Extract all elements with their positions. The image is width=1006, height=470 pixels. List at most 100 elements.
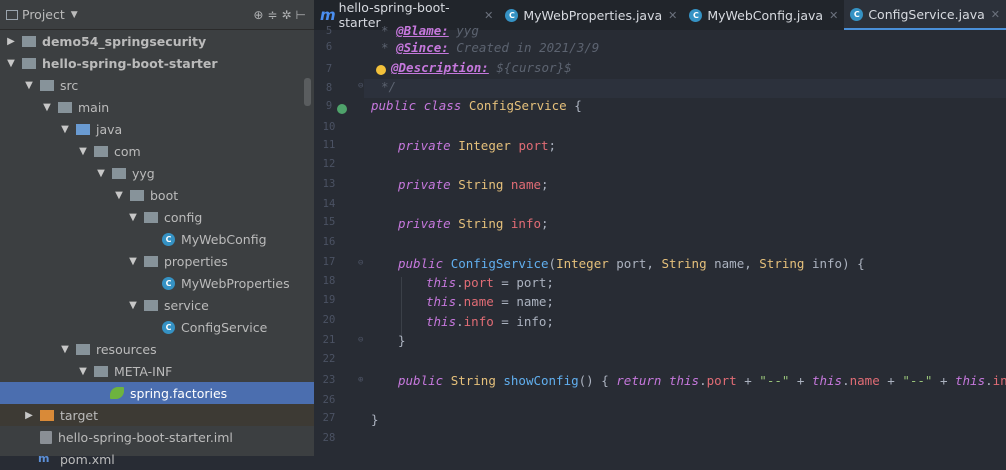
folder-icon <box>58 101 72 113</box>
tree-item-label: META-INF <box>114 363 173 379</box>
tree-item-config[interactable]: ▼ config <box>0 206 314 228</box>
spring-icon <box>110 387 124 399</box>
chevron-down-icon[interactable]: ▼ <box>76 366 90 377</box>
line-number: 22 <box>322 353 336 365</box>
tree-item-meta-inf[interactable]: ▼ META-INF <box>0 360 314 382</box>
chevron-down-icon[interactable]: ▼ <box>126 300 140 311</box>
project-title[interactable]: Project <box>22 7 65 22</box>
tree-item-label: main <box>78 99 110 115</box>
chevron-down-icon[interactable]: ▼ <box>22 80 36 91</box>
code-line-17: public ConfigService(Integer port, Strin… <box>398 256 865 271</box>
chevron-down-icon[interactable]: ▼ <box>126 256 140 267</box>
line-number: 10 <box>322 121 336 133</box>
gutter: 5 6 7 8 9 10 11 12 13 14 15 16 17 18 19 … <box>314 25 364 456</box>
tree-item-pom[interactable]: m pom.xml <box>0 448 314 470</box>
tree-item-label: MyWebConfig <box>181 231 267 247</box>
chevron-down-icon[interactable]: ▼ <box>71 10 78 20</box>
tree-item-demo54[interactable]: ▶ demo54_springsecurity <box>0 30 314 52</box>
project-toolbar: ⊕ ≑ ✲ ⊢ <box>253 0 306 30</box>
tree-item-label: target <box>60 407 99 423</box>
chevron-down-icon[interactable]: ▼ <box>94 168 108 179</box>
tree-item-label: src <box>60 77 79 93</box>
line-number: 23 <box>322 374 336 386</box>
module-folder-icon <box>22 35 36 47</box>
tree-item-label: MyWebProperties <box>181 275 290 291</box>
tree-item-configservice[interactable]: C ConfigService <box>0 316 314 338</box>
tree-item-hello-spring-boot-starter[interactable]: ▼ hello-spring-boot-starter <box>0 52 314 74</box>
chevron-down-icon[interactable]: ▼ <box>126 212 140 223</box>
hide-panel-icon[interactable]: ⊢ <box>296 8 306 22</box>
package-icon <box>94 365 108 377</box>
close-icon[interactable]: ✕ <box>668 9 677 22</box>
tree-item-label: ConfigService <box>181 319 268 335</box>
tab-mywebproperties[interactable]: C MyWebProperties.java ✕ <box>499 0 683 30</box>
line-number: 13 <box>322 178 336 190</box>
line-number: 12 <box>322 158 336 170</box>
iml-file-icon <box>40 430 52 444</box>
tree-item-label: pom.xml <box>60 451 115 467</box>
tree-item-spring-factories[interactable]: spring.factories <box>0 382 314 404</box>
tree-item-label: service <box>164 297 209 313</box>
gear-icon[interactable]: ✲ <box>281 8 291 22</box>
code-line-23: public String showConfig() { return this… <box>398 373 1006 388</box>
tree-item-properties[interactable]: ▼ properties <box>0 250 314 272</box>
package-icon <box>130 189 144 201</box>
fold-marker-icon[interactable]: ⊖ <box>358 335 363 345</box>
tree-item-src[interactable]: ▼ src <box>0 74 314 96</box>
line-number: 17 <box>322 256 336 268</box>
tree-item-java[interactable]: ▼ java <box>0 118 314 140</box>
tree-item-label: config <box>164 209 203 225</box>
package-icon <box>112 167 126 179</box>
tree-item-target[interactable]: ▶ target <box>0 404 314 426</box>
run-gutter-icon[interactable] <box>337 104 347 114</box>
tree-item-service[interactable]: ▼ service <box>0 294 314 316</box>
code-line-15: private String info; <box>398 216 549 231</box>
tab-configservice[interactable]: C ConfigService.java ✕ <box>844 0 1006 30</box>
chevron-down-icon[interactable]: ▼ <box>112 190 126 201</box>
lightbulb-icon[interactable] <box>376 65 386 75</box>
tree-item-resources[interactable]: ▼ resources <box>0 338 314 360</box>
tree-item-label: boot <box>150 187 179 203</box>
locate-icon[interactable]: ⊕ <box>253 8 263 22</box>
close-icon[interactable]: ✕ <box>484 9 493 22</box>
chevron-right-icon[interactable]: ▶ <box>22 410 36 421</box>
chevron-down-icon[interactable]: ▼ <box>40 102 54 113</box>
line-number: 5 <box>325 25 333 37</box>
tree-item-com[interactable]: ▼ com <box>0 140 314 162</box>
chevron-down-icon[interactable]: ▼ <box>76 146 90 157</box>
fold-marker-icon[interactable]: ⊖ <box>358 258 363 268</box>
code-editor[interactable]: 5 6 7 8 9 10 11 12 13 14 15 16 17 18 19 … <box>314 23 1006 456</box>
tree-item-main[interactable]: ▼ main <box>0 96 314 118</box>
tree-item-label: hello-spring-boot-starter.iml <box>58 429 233 445</box>
tree-item-label: com <box>114 143 141 159</box>
chevron-right-icon[interactable]: ▶ <box>4 36 18 47</box>
tree-item-iml[interactable]: hello-spring-boot-starter.iml <box>0 426 314 448</box>
chevron-down-icon[interactable]: ▼ <box>58 344 72 355</box>
tree-item-label: properties <box>164 253 228 269</box>
project-scrollbar[interactable] <box>304 78 311 106</box>
maven-icon: m <box>38 452 50 465</box>
class-icon: C <box>505 8 519 22</box>
code-line-6: * @Since: Created in 2021/3/9 <box>381 40 600 55</box>
line-number: 6 <box>325 41 333 53</box>
close-icon[interactable]: ✕ <box>829 9 838 22</box>
indent-guide <box>401 277 402 337</box>
tab-mywebconfig[interactable]: C MyWebConfig.java ✕ <box>683 0 844 30</box>
tree-item-boot[interactable]: ▼ boot <box>0 184 314 206</box>
fold-marker-icon[interactable]: ⊖ <box>358 81 363 91</box>
fold-marker-icon[interactable]: ⊕ <box>358 375 363 385</box>
line-number: 16 <box>322 236 336 248</box>
line-number: 28 <box>322 432 336 444</box>
tree-item-yyg[interactable]: ▼ yyg <box>0 162 314 184</box>
code-line-18: this.port = port; <box>426 275 554 290</box>
chevron-down-icon[interactable]: ▼ <box>4 58 18 69</box>
project-panel: Project ▼ ⊕ ≑ ✲ ⊢ ▶ demo54_springsecurit… <box>0 0 314 467</box>
tree-item-mywebconfig[interactable]: C MyWebConfig <box>0 228 314 250</box>
tree-item-mywebproperties[interactable]: C MyWebProperties <box>0 272 314 294</box>
chevron-down-icon[interactable]: ▼ <box>58 124 72 135</box>
collapse-all-icon[interactable]: ≑ <box>267 8 277 22</box>
line-number: 7 <box>325 63 333 75</box>
line-number: 26 <box>322 394 336 406</box>
close-icon[interactable]: ✕ <box>991 8 1000 21</box>
package-icon <box>94 145 108 157</box>
